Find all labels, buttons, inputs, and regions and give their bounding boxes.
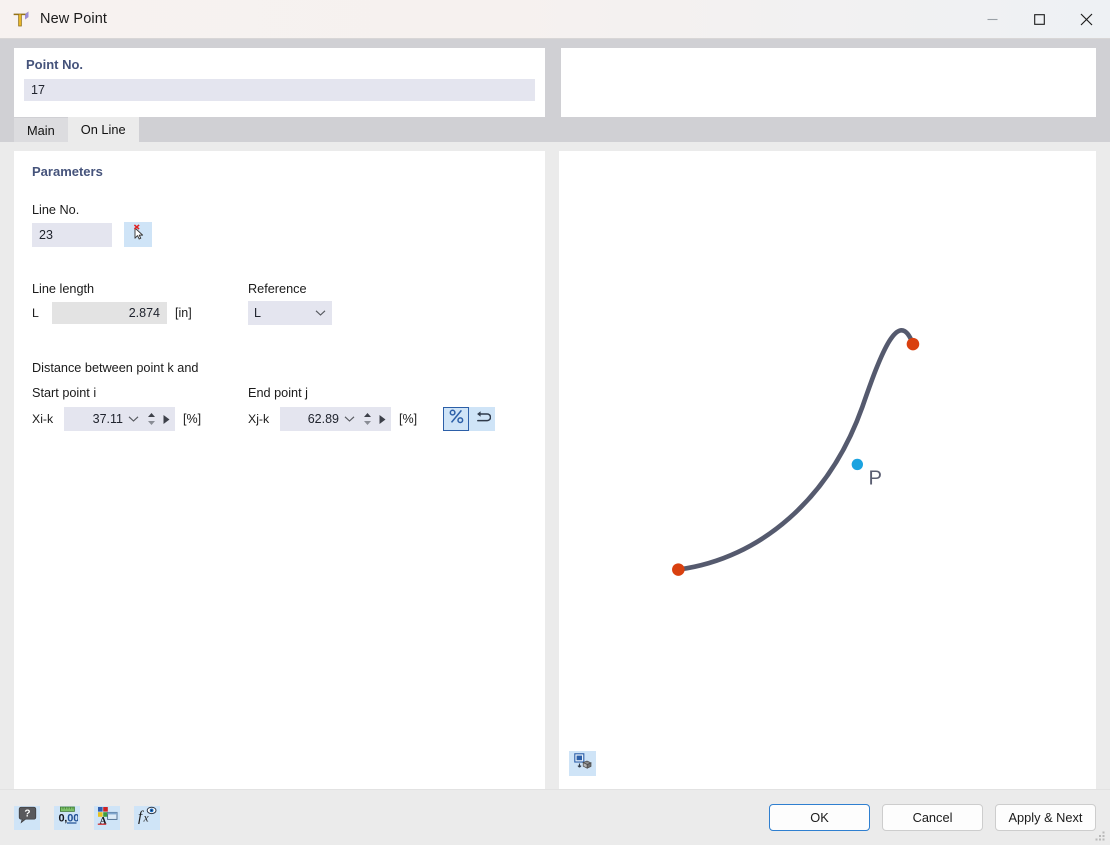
help-button[interactable]: ? (14, 805, 40, 830)
distance-group-label: Distance between point k and (32, 361, 199, 375)
end-point-stepper[interactable]: 62.89 (280, 407, 391, 431)
number-format-button[interactable]: 0 , 00 (54, 805, 80, 830)
apply-next-button[interactable]: Apply & Next (995, 804, 1096, 831)
title-bar: New Point (0, 0, 1110, 39)
close-button[interactable] (1063, 0, 1110, 39)
graphics-preview-panel[interactable]: P (559, 151, 1096, 789)
line-length-unit: [in] (175, 306, 192, 320)
reference-group: Reference L (248, 282, 332, 325)
dialog-action-buttons: OK Cancel Apply & Next (769, 804, 1096, 831)
reference-label: Reference (248, 282, 307, 296)
end-point-value: 62.89 (307, 412, 339, 426)
tab-main[interactable]: Main (14, 118, 68, 142)
title-bar-left: New Point (0, 10, 107, 29)
defined-point-marker (851, 458, 863, 471)
spinner-arrows-icon[interactable] (147, 411, 156, 427)
display-properties-icon: A (97, 806, 118, 830)
chevron-down-icon (315, 306, 326, 320)
reference-select[interactable]: L (248, 301, 332, 325)
spinner-arrows-icon[interactable] (363, 411, 372, 427)
line-preview-graphic: P (672, 328, 920, 576)
line-length-prefix: L (32, 306, 39, 320)
line-length-label: Line length (32, 282, 95, 296)
help-bubble-icon: ? (18, 806, 37, 829)
point-no-input[interactable] (24, 79, 535, 101)
minimize-button[interactable] (969, 0, 1016, 39)
window-controls (969, 0, 1110, 39)
tab-on-line[interactable]: On Line (67, 117, 139, 142)
play-arrow-icon[interactable] (378, 414, 387, 425)
distance-labels-row: Start point i End point j (26, 386, 533, 400)
cancel-button[interactable]: Cancel (882, 804, 983, 831)
dialog-footer: ? 0 , 00 A f x OK Cancel Apply & Next (0, 789, 1110, 845)
pick-cursor-icon (130, 223, 147, 246)
end-point-prefix: Xj-k (248, 412, 270, 426)
start-point-label: Start point i (32, 386, 97, 400)
start-point-value: 37.11 (92, 412, 123, 426)
line-no-input[interactable] (32, 222, 112, 247)
line-length-group: Line length L [in] (26, 282, 248, 325)
point-no-label: Point No. (26, 57, 84, 72)
formula-visibility-icon: f x (137, 806, 158, 830)
curved-line-path (676, 328, 916, 572)
chevron-down-icon[interactable] (344, 415, 355, 423)
start-point-group: Xi-k 37.11 [%] (26, 407, 248, 431)
resize-grip[interactable] (1094, 829, 1106, 841)
start-point-unit: [%] (183, 412, 202, 426)
end-point-group: Xj-k 62.89 [%] (248, 407, 417, 431)
distance-inputs-row: Xi-k 37.11 [%] Xj-k 62.89 [%] (26, 407, 533, 431)
maximize-button[interactable] (1016, 0, 1063, 39)
formula-button[interactable]: f x (134, 805, 160, 830)
percent-toggle-button[interactable] (443, 407, 470, 431)
swap-arrow-icon (474, 409, 491, 429)
play-arrow-icon[interactable] (162, 414, 171, 425)
header-strip: Point No. (0, 39, 1110, 117)
percent-icon (449, 409, 464, 429)
pick-line-button[interactable] (124, 222, 152, 247)
point-marker-label: P (868, 468, 882, 490)
tab-strip: Main On Line (0, 117, 1110, 142)
view-2d-3d-icon (573, 752, 592, 775)
parameters-title: Parameters (32, 164, 103, 179)
line-length-row: L [in] (32, 302, 248, 324)
start-point-marker (672, 563, 685, 576)
line-no-row (32, 222, 533, 247)
svg-text:?: ? (24, 809, 30, 820)
line-no-label: Line No. (32, 203, 80, 217)
svg-text:x: x (142, 812, 149, 824)
chevron-down-icon[interactable] (128, 415, 139, 423)
comment-panel[interactable] (561, 48, 1096, 117)
dialog-body: Parameters Line No. 23 Line length L 2.8… (0, 142, 1110, 789)
ok-button[interactable]: OK (769, 804, 870, 831)
number-format-icon: 0 , 00 (57, 806, 79, 830)
reference-value: L (254, 306, 261, 320)
end-point-unit: [%] (399, 412, 418, 426)
parameters-panel: Parameters Line No. 23 Line length L 2.8… (14, 151, 545, 789)
swap-points-button[interactable] (469, 407, 496, 431)
end-point-marker (906, 337, 920, 351)
footer-tool-buttons: ? 0 , 00 A f x (14, 805, 160, 830)
new-point-dialog: New Point Point No. Main On Line (0, 0, 1110, 845)
end-point-label: End point j (248, 386, 308, 400)
point-no-group: Point No. (14, 48, 545, 117)
start-point-stepper[interactable]: 37.11 (64, 407, 175, 431)
length-reference-row: Line length L [in] Reference L (26, 282, 533, 325)
distance-mode-toggles (443, 407, 496, 431)
start-point-prefix: Xi-k (32, 412, 54, 426)
view-toggle-button[interactable] (569, 751, 596, 776)
display-properties-button[interactable]: A (94, 805, 120, 830)
point-tool-icon (12, 10, 31, 29)
window-title: New Point (40, 11, 107, 27)
line-length-value (52, 302, 167, 324)
